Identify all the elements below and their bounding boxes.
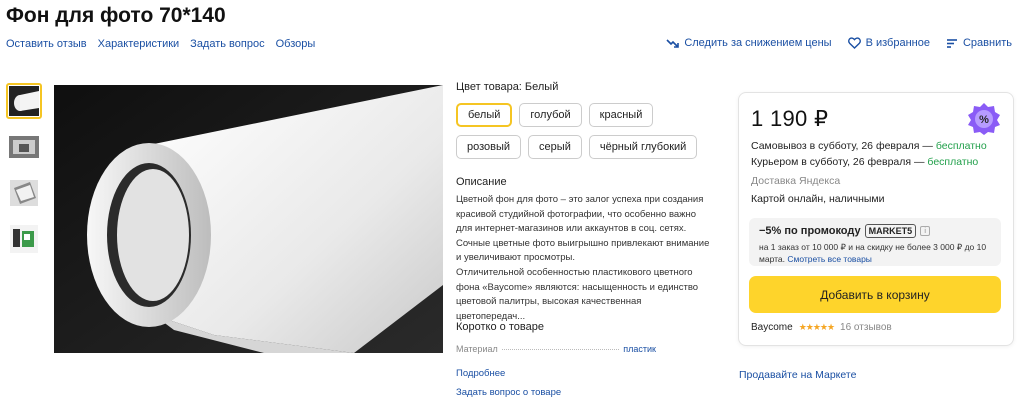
price-watch-label: Следить за снижением цены: [684, 37, 832, 49]
pickup-text: Самовывоз в субботу, 26 февраля —: [751, 140, 933, 152]
color-options: Цвет товара: Белый белый голубой красный…: [456, 81, 721, 159]
top-links: Оставить отзыв Характеристики Задать воп…: [6, 38, 315, 50]
price: 1 190 ₽: [751, 106, 829, 131]
color-chip-light-blue[interactable]: голубой: [519, 103, 582, 127]
price-watch-button[interactable]: Следить за снижением цены: [666, 37, 832, 49]
buy-box: 1 190 ₽ % Самовывоз в субботу, 26 феврал…: [738, 92, 1014, 346]
promo-code[interactable]: MARKET5: [864, 224, 917, 238]
description-paragraph-2: Отличительной особенностью пластикового …: [456, 266, 699, 322]
compare-button[interactable]: Сравнить: [946, 37, 1012, 49]
spec-row-material: Материал пластик: [456, 344, 656, 354]
color-label: Цвет товара: Белый: [456, 81, 559, 93]
seller-info: Baycome ★★★★★ 16 отзывов: [751, 322, 892, 333]
description-text: Цветной фон для фото – это залог успеха …: [456, 193, 711, 324]
product-actions: Следить за снижением цены В избранное Ср…: [666, 37, 1012, 49]
color-chip-white[interactable]: белый: [456, 103, 513, 127]
promo-title-line: −5% по промокоду MARKET5 i: [759, 224, 991, 238]
heart-icon: [847, 37, 861, 49]
svg-text:%: %: [979, 114, 989, 126]
courier-text: Курьером в субботу, 26 февраля —: [751, 156, 925, 168]
color-chip-list: белый голубой красный розовый серый чёрн…: [456, 103, 721, 159]
thumbnail-studio-image: [9, 136, 39, 158]
pickup-free: бесплатно: [935, 140, 987, 152]
thumbnail-list: [6, 83, 42, 267]
leave-review-link[interactable]: Оставить отзыв: [6, 38, 87, 50]
product-main-photo[interactable]: [54, 85, 443, 353]
ask-question-link[interactable]: Задать вопрос: [190, 38, 264, 50]
payment-methods: Картой онлайн, наличными: [751, 193, 885, 205]
add-to-cart-button[interactable]: Добавить в корзину: [749, 276, 1001, 313]
color-chip-deep-black[interactable]: чёрный глубокий: [588, 135, 698, 159]
compare-icon: [946, 38, 957, 48]
delivery-provider: Доставка Яндекса: [751, 175, 841, 187]
seller-name[interactable]: Baycome: [751, 322, 793, 333]
specs-link[interactable]: Характеристики: [98, 38, 180, 50]
promo-title: −5% по промокоду: [759, 225, 861, 237]
more-details-link[interactable]: Подробнее: [456, 368, 505, 379]
reviews-count[interactable]: 16 отзывов: [840, 322, 892, 333]
description-heading: Описание: [456, 176, 507, 188]
about-heading: Коротко о товаре: [456, 321, 544, 333]
favorites-button[interactable]: В избранное: [847, 37, 930, 49]
thumbnail-sheet-image: [10, 180, 38, 206]
courier-line: Курьером в субботу, 26 февраля — бесплат…: [751, 156, 978, 168]
sell-on-market-link[interactable]: Продавайте на Маркете: [739, 369, 856, 381]
reviews-link[interactable]: Обзоры: [276, 38, 316, 50]
thumbnail-setup-image: [10, 225, 38, 253]
ask-about-product-link[interactable]: Задать вопрос о товаре: [456, 387, 561, 398]
page-title: Фон для фото 70*140: [6, 4, 226, 27]
courier-free: бесплатно: [927, 156, 979, 168]
color-chip-grey[interactable]: серый: [528, 135, 582, 159]
thumbnail-3[interactable]: [6, 175, 42, 211]
thumbnail-roll-image: [9, 86, 39, 116]
thumbnail-4[interactable]: [6, 221, 42, 257]
info-icon[interactable]: i: [920, 226, 931, 236]
color-chip-pink[interactable]: розовый: [456, 135, 522, 159]
thumbnail-2[interactable]: [6, 129, 42, 165]
spec-dots: [501, 349, 620, 350]
paper-roll-image: [54, 85, 443, 353]
trend-down-icon: [666, 38, 680, 48]
promo-text: на 1 заказ от 10 000 ₽ и на скидку не бо…: [759, 241, 991, 265]
rating-stars-icon: ★★★★★: [798, 322, 835, 332]
spec-value[interactable]: пластик: [623, 344, 656, 354]
spec-key: Материал: [456, 344, 498, 354]
promo-block: −5% по промокоду MARKET5 i на 1 заказ от…: [749, 218, 1001, 266]
color-chip-red[interactable]: красный: [588, 103, 654, 127]
promo-all-goods-link[interactable]: Смотреть все товары: [787, 254, 872, 264]
favorites-label: В избранное: [865, 37, 930, 49]
thumbnail-1[interactable]: [6, 83, 42, 119]
discount-badge-icon[interactable]: %: [967, 102, 1001, 136]
pickup-line: Самовывоз в субботу, 26 февраля — беспла…: [751, 140, 987, 152]
description-paragraph-1: Цветной фон для фото – это залог успеха …: [456, 194, 710, 264]
compare-label: Сравнить: [962, 37, 1012, 49]
